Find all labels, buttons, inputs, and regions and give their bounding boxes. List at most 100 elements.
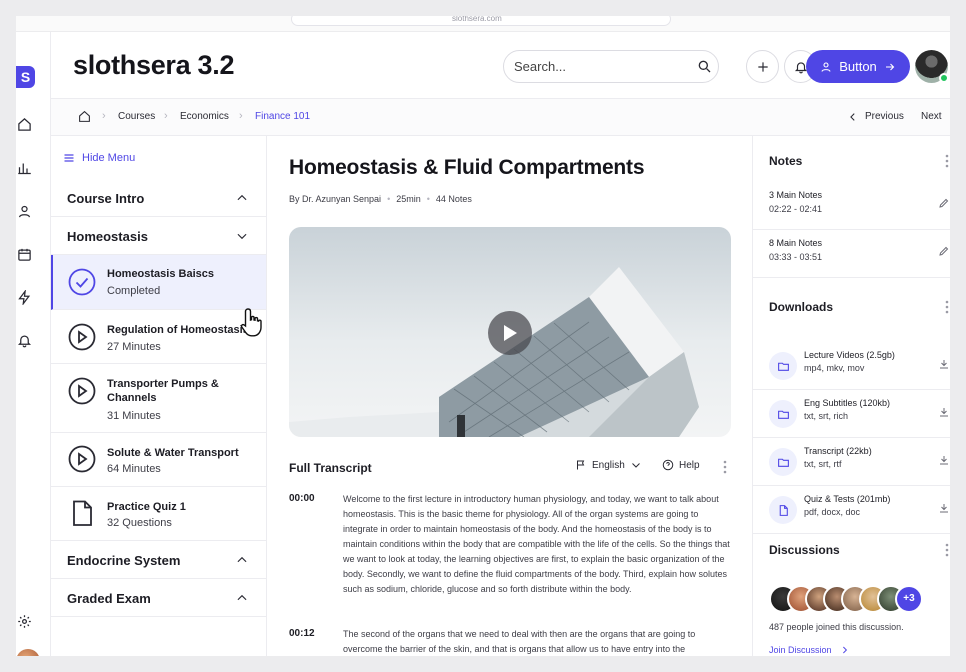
- play-circle-icon: [68, 323, 96, 351]
- transcript-text: The second of the organs that we need to…: [343, 629, 696, 654]
- icon-rail: S: [16, 32, 51, 656]
- download-icon[interactable]: [938, 358, 950, 370]
- meta-separator: •: [387, 194, 391, 204]
- lesson-solute-water[interactable]: Solute & Water Transport 64 Minutes: [51, 433, 266, 487]
- primary-button-label: Button: [839, 59, 877, 74]
- user-icon: [821, 61, 831, 72]
- download-icon[interactable]: [938, 454, 950, 466]
- rail-user-avatar[interactable]: [16, 649, 40, 656]
- help-circle-icon: [662, 459, 674, 471]
- lesson-notes-count[interactable]: 44 Notes: [436, 194, 472, 204]
- note-range: 02:22 - 02:41: [769, 204, 823, 214]
- more-vertical-icon[interactable]: [723, 460, 727, 474]
- download-item[interactable]: Eng Subtitles (120kb) txt, srt, rich: [753, 390, 950, 438]
- section-label: Endocrine System: [67, 553, 181, 568]
- next-link[interactable]: Next: [921, 111, 942, 122]
- user-icon[interactable]: [16, 203, 33, 220]
- lesson-title: Practice Quiz 1: [107, 501, 186, 513]
- chevron-right-icon: [842, 646, 847, 654]
- more-vertical-icon[interactable]: [945, 300, 949, 314]
- chevron-down-icon: [631, 463, 640, 468]
- note-item[interactable]: 8 Main Notes 03:33 - 03:51: [753, 230, 950, 278]
- chevron-up-icon: [237, 194, 247, 201]
- lesson-title: Homeostasis Baiscs: [107, 268, 214, 280]
- language-select[interactable]: English: [575, 459, 642, 471]
- pencil-icon[interactable]: [938, 245, 950, 257]
- lesson-transporter-pumps[interactable]: Transporter Pumps & Channels 31 Minutes: [51, 364, 266, 433]
- lesson-status: Completed: [107, 285, 161, 297]
- join-discussion-link[interactable]: Join Discussion: [769, 645, 849, 655]
- chevron-down-icon: [237, 233, 247, 240]
- home-icon[interactable]: [16, 116, 33, 133]
- previous-link[interactable]: Previous: [865, 111, 904, 122]
- download-item[interactable]: Quiz & Tests (201mb) pdf, docx, doc: [753, 486, 950, 534]
- notes-heading: Notes: [769, 154, 803, 168]
- download-item[interactable]: Transcript (22kb) txt, srt, rtf: [753, 438, 950, 486]
- lesson-homeostasis-basics[interactable]: Homeostasis Baiscs Completed: [51, 255, 266, 310]
- add-button[interactable]: [746, 50, 779, 83]
- play-circle-icon: [68, 445, 96, 473]
- home-icon[interactable]: [78, 110, 91, 123]
- play-icon: [504, 325, 517, 341]
- chevron-up-icon: [237, 594, 247, 601]
- lesson-practice-quiz[interactable]: Practice Quiz 1 32 Questions: [51, 487, 266, 541]
- bell-icon[interactable]: [16, 332, 33, 349]
- video-player[interactable]: [289, 227, 731, 437]
- app-logo[interactable]: S: [16, 66, 35, 88]
- address-bar[interactable]: slothsera.com: [291, 16, 671, 26]
- download-item[interactable]: Lecture Videos (2.5gb) mp4, mkv, mov: [753, 342, 950, 390]
- folder-icon: [769, 400, 797, 428]
- join-discussion-label: Join Discussion: [769, 645, 832, 655]
- lesson-title-heading: Homeostasis & Fluid Compartments: [289, 156, 645, 179]
- chevron-left-icon[interactable]: [848, 111, 858, 123]
- meta-separator: •: [426, 194, 430, 204]
- pencil-icon[interactable]: [938, 197, 950, 209]
- lesson-author: By Dr. Azunyan Senpai: [289, 194, 382, 204]
- lesson-regulation[interactable]: Regulation of Homeostasis 27 Minutes: [51, 310, 266, 364]
- more-vertical-icon[interactable]: [945, 154, 949, 168]
- lesson-question-count: 32 Questions: [107, 517, 172, 529]
- more-participants-badge: +3: [895, 585, 923, 613]
- hide-menu-button[interactable]: Hide Menu: [63, 152, 135, 164]
- play-button[interactable]: [488, 311, 532, 355]
- download-title: Quiz & Tests (201mb): [804, 494, 891, 504]
- folder-icon: [769, 352, 797, 380]
- section-endocrine[interactable]: Endocrine System: [51, 541, 266, 579]
- section-homeostasis[interactable]: Homeostasis: [51, 217, 266, 255]
- chart-icon[interactable]: [16, 160, 33, 177]
- download-icon[interactable]: [938, 406, 950, 418]
- download-formats: mp4, mkv, mov: [804, 363, 865, 373]
- lesson-duration: 25min: [396, 194, 421, 204]
- download-formats: pdf, docx, doc: [804, 507, 861, 517]
- folder-icon: [769, 448, 797, 476]
- lesson-title: Solute & Water Transport: [107, 447, 239, 459]
- primary-button[interactable]: Button: [806, 50, 910, 83]
- lesson-title: Regulation of Homeostasis: [107, 324, 249, 336]
- more-vertical-icon[interactable]: [945, 543, 949, 557]
- transcript-timestamp[interactable]: 00:00: [289, 493, 315, 504]
- chevron-up-icon: [237, 556, 247, 563]
- breadcrumb-separator-icon: ›: [239, 110, 243, 122]
- calendar-icon[interactable]: [16, 246, 33, 263]
- help-button[interactable]: Help: [662, 459, 700, 471]
- breadcrumb-finance[interactable]: Finance 101: [255, 111, 310, 122]
- section-graded-exam[interactable]: Graded Exam: [51, 579, 266, 617]
- note-item[interactable]: 3 Main Notes 02:22 - 02:41: [753, 182, 950, 230]
- lightning-icon[interactable]: [16, 289, 33, 306]
- breadcrumb-courses[interactable]: Courses: [118, 111, 155, 122]
- lesson-duration: 31 Minutes: [107, 410, 161, 422]
- online-status-dot: [939, 73, 949, 83]
- play-circle-icon: [68, 377, 96, 405]
- settings-gear-icon[interactable]: [16, 613, 33, 630]
- download-icon[interactable]: [938, 502, 950, 514]
- download-title: Transcript (22kb): [804, 446, 872, 456]
- breadcrumb-economics[interactable]: Economics: [180, 111, 229, 122]
- app-title: slothsera 3.2: [73, 50, 235, 80]
- search-icon[interactable]: [696, 58, 712, 74]
- search-input[interactable]: [503, 50, 719, 83]
- document-icon: [73, 500, 92, 526]
- transcript-timestamp[interactable]: 00:12: [289, 628, 315, 639]
- breadcrumb: › Courses › Economics › Finance 101 Prev…: [51, 99, 950, 136]
- download-formats: txt, srt, rich: [804, 411, 849, 421]
- section-course-intro[interactable]: Course Intro: [51, 179, 266, 217]
